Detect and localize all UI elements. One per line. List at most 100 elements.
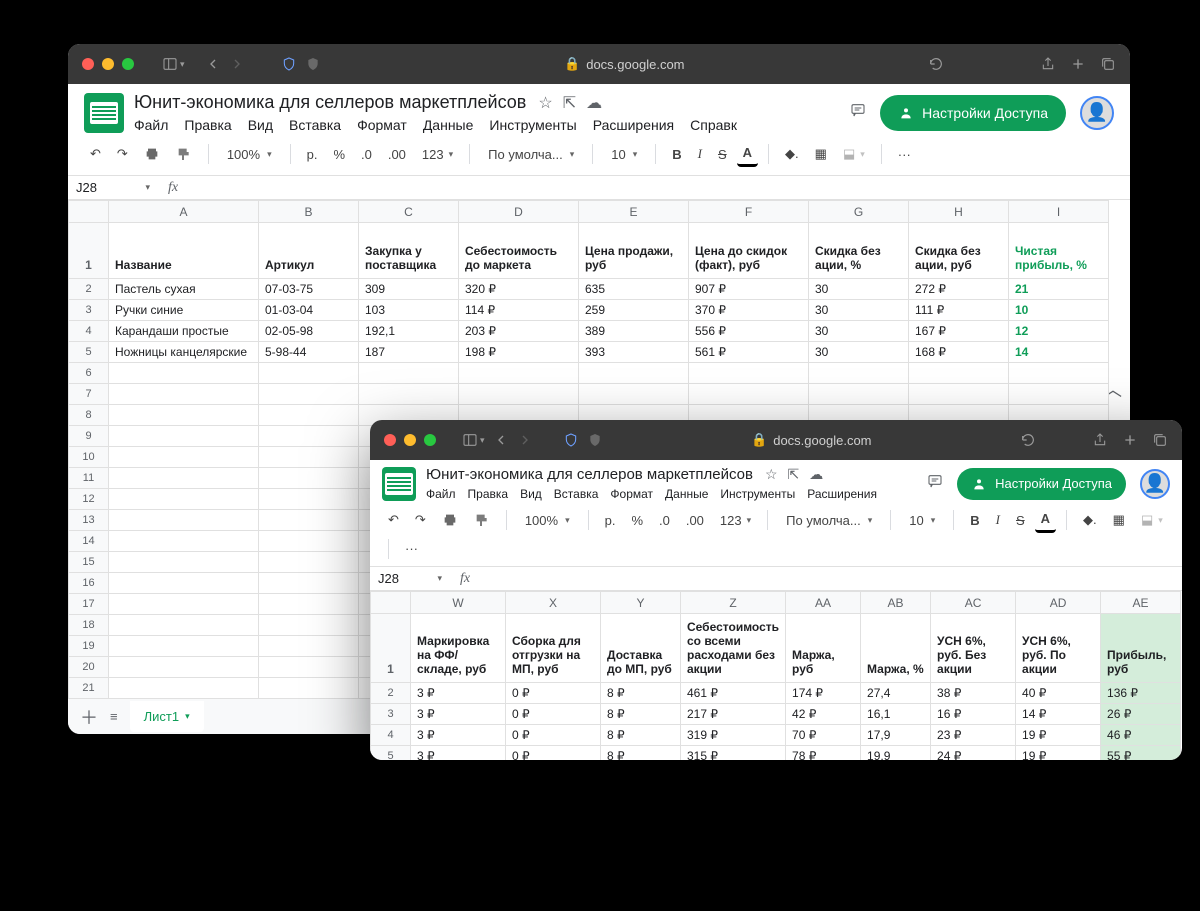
cell[interactable]: 187 (359, 342, 459, 363)
cell[interactable]: 198 ₽ (459, 342, 579, 363)
cell[interactable]: Себестоимость до маркета (459, 223, 579, 279)
row-header[interactable]: 1 (69, 223, 109, 279)
row-header[interactable]: 9 (69, 426, 109, 447)
cell[interactable]: 168 ₽ (909, 342, 1009, 363)
new-tab-icon[interactable] (1070, 56, 1086, 72)
cell[interactable]: Цена до скидок (факт), руб (689, 223, 809, 279)
cell[interactable] (259, 384, 359, 405)
merge-icon[interactable]: ⬓ (837, 142, 871, 166)
increase-decimal-button[interactable]: .00 (680, 509, 710, 532)
zoom-select[interactable]: 100% (517, 509, 578, 532)
col-header[interactable]: AD (1016, 592, 1101, 614)
cell[interactable]: 8 ₽ (601, 746, 681, 761)
cell[interactable]: 5-98-44 (259, 342, 359, 363)
address-bar[interactable]: 🔒 docs.google.com (611, 432, 1012, 448)
font-select[interactable]: По умолча... (480, 143, 582, 166)
redo-icon[interactable]: ↷ (409, 508, 432, 532)
menu-data[interactable]: Данные (665, 487, 708, 501)
menu-tools[interactable]: Инструменты (720, 487, 795, 501)
menu-format[interactable]: Формат (357, 117, 407, 133)
row-header[interactable]: 2 (69, 279, 109, 300)
cell[interactable]: 3 ₽ (411, 746, 506, 761)
cell[interactable]: 0 ₽ (506, 725, 601, 746)
cell[interactable]: Себестоимость со всеми расходами без акц… (681, 614, 786, 683)
address-bar[interactable]: 🔒 docs.google.com (329, 56, 920, 72)
decrease-decimal-button[interactable]: .0 (355, 143, 378, 166)
text-color-button[interactable]: A (1035, 507, 1056, 533)
cell[interactable]: 38 ₽ (931, 683, 1016, 704)
avatar[interactable] (1140, 469, 1170, 499)
fill-color-icon[interactable]: ◆. (1077, 508, 1103, 532)
cell[interactable]: 19 ₽ (1016, 725, 1101, 746)
col-header[interactable]: AC (931, 592, 1016, 614)
cell[interactable]: Скидка без ации, руб (909, 223, 1009, 279)
print-icon[interactable] (436, 508, 464, 532)
cell[interactable]: Прибыль, руб (1101, 614, 1181, 683)
cell[interactable] (909, 384, 1009, 405)
cloud-icon[interactable]: ☁ (586, 93, 602, 113)
cell[interactable]: 136 ₽ (1101, 683, 1181, 704)
maximize-window-icon[interactable] (424, 434, 436, 446)
row-header[interactable]: 7 (69, 384, 109, 405)
cell[interactable]: 40 ₽ (1016, 683, 1101, 704)
col-header[interactable]: Y (601, 592, 681, 614)
cell[interactable]: Маржа, % (861, 614, 931, 683)
undo-icon[interactable]: ↶ (382, 508, 405, 532)
cell[interactable]: 3 ₽ (411, 725, 506, 746)
row-header[interactable]: 2 (371, 683, 411, 704)
text-color-button[interactable]: A (737, 141, 758, 167)
cell[interactable] (579, 363, 689, 384)
font-select[interactable]: По умолча... (778, 509, 880, 532)
cell[interactable]: 70 ₽ (786, 725, 861, 746)
currency-button[interactable]: р. (599, 509, 622, 532)
zoom-select[interactable]: 100% (219, 143, 280, 166)
font-size-select[interactable]: 10 (901, 509, 943, 532)
cell[interactable]: УСН 6%, руб. По акции (1016, 614, 1101, 683)
menu-insert[interactable]: Вставка (554, 487, 599, 501)
cell[interactable]: 46 ₽ (1101, 725, 1181, 746)
col-header[interactable]: AE (1101, 592, 1181, 614)
bold-button[interactable]: B (964, 509, 985, 532)
cell[interactable] (259, 447, 359, 468)
cell[interactable]: 30 (809, 321, 909, 342)
maximize-window-icon[interactable] (122, 58, 134, 70)
row-header[interactable]: 21 (69, 678, 109, 699)
formula-input[interactable] (188, 176, 1130, 199)
cell[interactable]: Чистая прибыль, % (1009, 223, 1109, 279)
cell[interactable]: 14 (1009, 342, 1109, 363)
cell[interactable] (259, 426, 359, 447)
cell[interactable]: 111 ₽ (909, 300, 1009, 321)
cell[interactable]: 19,9 (861, 746, 931, 761)
doc-title[interactable]: Юнит-экономика для селлеров маркетплейсо… (134, 92, 526, 113)
cell[interactable]: 0 ₽ (506, 683, 601, 704)
cell[interactable]: 370 ₽ (689, 300, 809, 321)
tabs-icon[interactable] (1152, 432, 1168, 448)
share-icon[interactable] (1092, 432, 1108, 448)
cell[interactable]: 02-05-98 (259, 321, 359, 342)
menu-extensions[interactable]: Расширения (807, 487, 877, 501)
print-icon[interactable] (138, 142, 166, 166)
reload-icon[interactable] (1020, 432, 1036, 448)
share-button[interactable]: Настройки Доступа (957, 468, 1126, 500)
cell[interactable] (259, 363, 359, 384)
cell[interactable]: Ножницы канцелярские (109, 342, 259, 363)
row-header[interactable]: 4 (69, 321, 109, 342)
more-formats-button[interactable]: 123 (714, 509, 757, 532)
borders-icon[interactable]: ▦ (1107, 508, 1131, 532)
row-header[interactable]: 19 (69, 636, 109, 657)
strike-button[interactable]: S (1010, 509, 1031, 532)
comments-icon[interactable] (927, 472, 943, 495)
undo-icon[interactable]: ↶ (84, 142, 107, 166)
cell[interactable] (689, 384, 809, 405)
cell[interactable]: 21 (1009, 279, 1109, 300)
cell[interactable]: 10 (1009, 300, 1109, 321)
redo-icon[interactable]: ↷ (111, 142, 134, 166)
cell[interactable] (359, 363, 459, 384)
name-box[interactable]: J28 (68, 176, 158, 199)
cell[interactable]: 16 ₽ (931, 704, 1016, 725)
cell[interactable] (109, 489, 259, 510)
cell[interactable]: 27,4 (861, 683, 931, 704)
cell[interactable]: 78 ₽ (786, 746, 861, 761)
cell[interactable]: 30 (809, 300, 909, 321)
cell[interactable] (259, 552, 359, 573)
